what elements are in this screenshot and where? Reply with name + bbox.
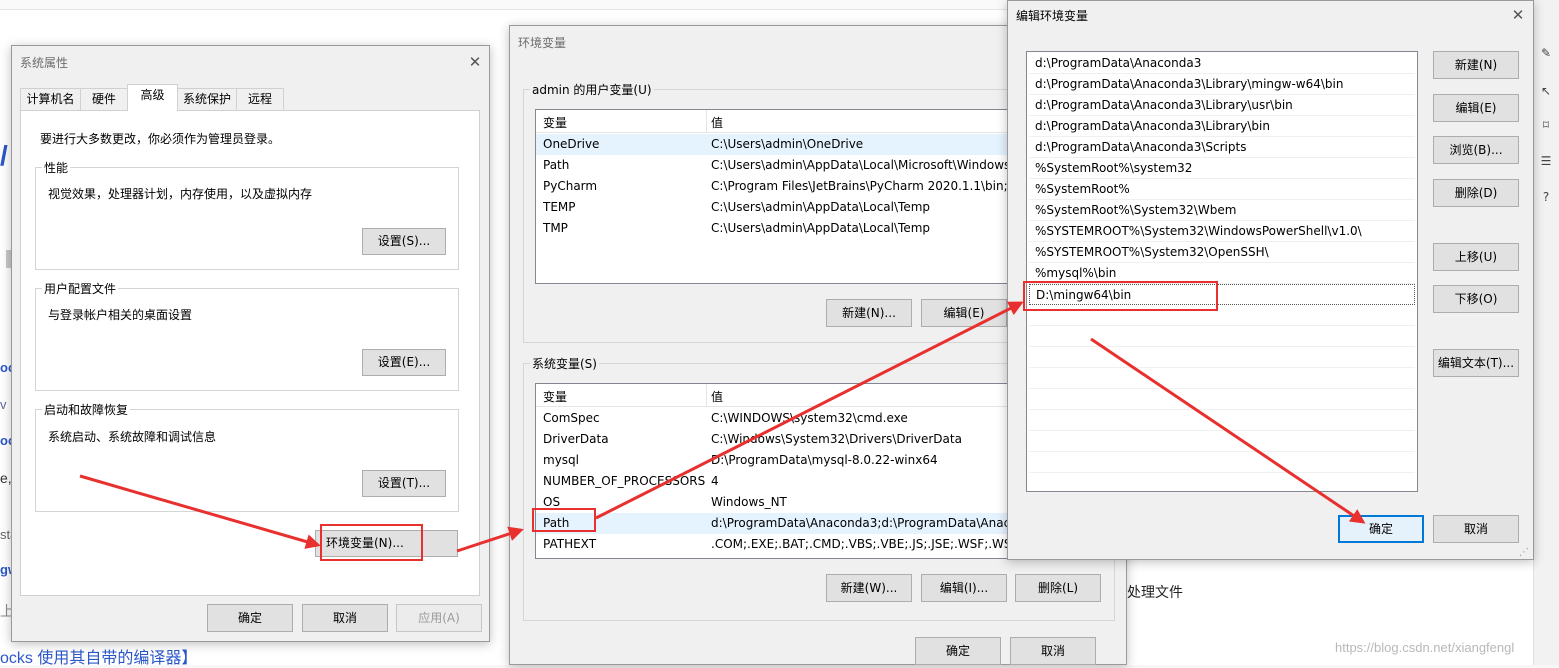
tab-advanced[interactable]: 高级 bbox=[127, 84, 178, 111]
arrow-to-path-row bbox=[456, 526, 524, 553]
arrow-to-env-button bbox=[79, 474, 321, 549]
annotation-arrows bbox=[79, 301, 1366, 553]
arrow-to-edit-window bbox=[595, 301, 1024, 520]
arrow-to-ok-button bbox=[1090, 337, 1366, 524]
